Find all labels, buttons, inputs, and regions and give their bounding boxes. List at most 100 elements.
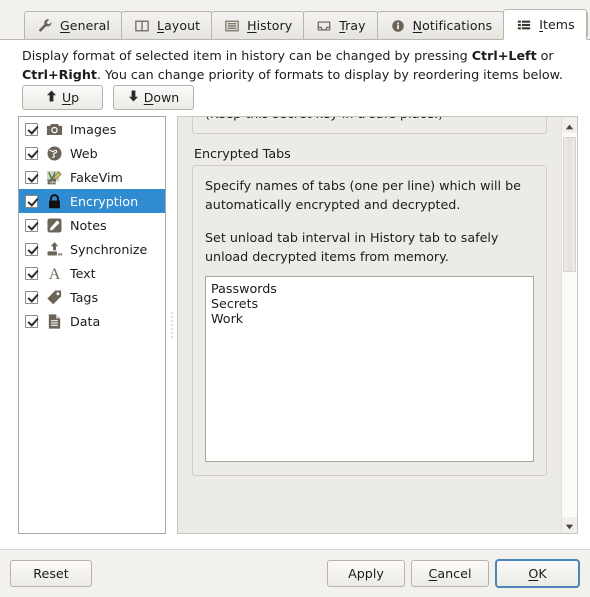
tab-tray-label: Tray <box>339 18 366 33</box>
item-checkbox[interactable] <box>25 242 38 256</box>
item-checkbox[interactable] <box>25 194 38 208</box>
apply-button[interactable]: Apply <box>327 560 405 587</box>
item-checkbox[interactable] <box>25 170 38 184</box>
item-checkbox[interactable] <box>25 314 38 328</box>
list-item[interactable]: Images <box>19 117 165 141</box>
reorder-button-row: Up Down <box>22 85 194 110</box>
scroll-down-arrow-icon <box>565 518 574 533</box>
list-item-label: Encryption <box>70 193 139 209</box>
upload-icon <box>45 240 63 258</box>
tab-history[interactable]: History <box>211 11 305 40</box>
tab-items[interactable]: Items <box>503 9 587 40</box>
splitter-grip-icon <box>171 311 173 339</box>
pencil-icon <box>45 216 63 234</box>
tab-items-label: Items <box>539 17 575 32</box>
settings-scroll-area: “/home/lukas/.config/copyq-test2/copyq-t… <box>178 117 561 533</box>
encrypted-tabs-group: Specify names of tabs (one per line) whi… <box>192 165 547 476</box>
encrypted-tabs-paragraph-1: Specify names of tabs (one per line) whi… <box>205 178 521 212</box>
tab-notifications-label: Notifications <box>412 18 493 33</box>
list-item[interactable]: Synchronize <box>19 237 165 261</box>
fakevim-icon: Fake <box>45 168 63 186</box>
move-up-button[interactable]: Up <box>22 85 103 110</box>
item-plugin-list[interactable]: Images Web Fake FakeVim Encryption Notes… <box>18 116 166 534</box>
document-icon <box>45 312 63 330</box>
globe-icon <box>45 144 63 162</box>
camera-icon <box>45 120 63 138</box>
items-grid-icon <box>515 16 533 34</box>
ok-button[interactable]: OK <box>495 559 580 588</box>
tab-bar: General Layout History Tray Notification… <box>0 0 590 40</box>
layout-icon <box>133 17 151 35</box>
tab-notifications[interactable]: Notifications <box>376 11 505 40</box>
item-checkbox[interactable] <box>25 290 38 304</box>
page-description: Display format of selected item in histo… <box>22 46 569 84</box>
item-checkbox[interactable] <box>25 218 38 232</box>
apply-button-label: Apply <box>348 566 384 581</box>
list-item[interactable]: Data <box>19 309 165 333</box>
list-item-encryption[interactable]: Encryption <box>19 189 165 213</box>
tray-icon <box>315 17 333 35</box>
item-checkbox[interactable] <box>25 146 38 160</box>
item-checkbox[interactable] <box>25 266 38 280</box>
cancel-button[interactable]: Cancel <box>411 560 489 587</box>
list-item-label: Synchronize <box>70 241 148 257</box>
list-item-label: Images <box>70 121 117 137</box>
letter-a-icon: A <box>45 264 63 282</box>
secret-key-group: “/home/lukas/.config/copyq-test2/copyq-t… <box>192 117 547 134</box>
settings-scroll-content: “/home/lukas/.config/copyq-test2/copyq-t… <box>178 117 561 533</box>
tag-icon <box>45 288 63 306</box>
item-checkbox[interactable] <box>25 122 38 136</box>
encrypted-tabs-paragraph-2: Set unload tab interval in History tab t… <box>205 230 499 264</box>
tab-general[interactable]: General <box>24 11 122 40</box>
scroll-thumb[interactable] <box>563 137 576 272</box>
tab-strip: General Layout History Tray Notification… <box>24 9 587 40</box>
info-icon <box>389 17 407 35</box>
encryption-settings-pane: “/home/lukas/.config/copyq-test2/copyq-t… <box>177 116 578 534</box>
reset-button[interactable]: Reset <box>10 560 92 587</box>
svg-text:Fake: Fake <box>46 179 56 184</box>
description-part2: or <box>536 48 554 63</box>
items-splitter: Images Web Fake FakeVim Encryption Notes… <box>18 116 578 542</box>
items-page: Display format of selected item in histo… <box>0 40 590 550</box>
list-item[interactable]: Tags <box>19 285 165 309</box>
description-part1: Display format of selected item in histo… <box>22 48 472 63</box>
description-shortcut-right: Ctrl+Right <box>22 67 97 82</box>
list-item-label: Text <box>70 265 96 281</box>
wrench-icon <box>36 17 54 35</box>
reset-button-label: Reset <box>33 566 69 581</box>
list-item[interactable]: Fake FakeVim <box>19 165 165 189</box>
list-item[interactable]: A Text <box>19 261 165 285</box>
key-safe-note: (Keep this secret key in a safe place.) <box>205 117 534 123</box>
settings-vertical-scrollbar[interactable] <box>561 117 577 533</box>
tab-general-label: General <box>60 18 110 33</box>
tab-history-label: History <box>247 18 293 33</box>
preferences-dialog: General Layout History Tray Notification… <box>0 0 590 597</box>
move-up-label: Up <box>61 90 80 105</box>
dialog-button-box: Reset Apply Cancel OK <box>0 549 590 597</box>
list-item[interactable]: Web <box>19 141 165 165</box>
scroll-up-arrow-icon <box>565 118 574 133</box>
encrypted-tabs-input[interactable] <box>205 276 534 462</box>
list-item-label: Web <box>70 145 98 161</box>
arrow-up-icon <box>46 90 57 105</box>
move-down-label: Down <box>143 90 180 105</box>
list-item[interactable]: Notes <box>19 213 165 237</box>
lock-icon <box>45 192 63 210</box>
scroll-up-button[interactable] <box>562 117 577 133</box>
move-down-button[interactable]: Down <box>113 85 194 110</box>
list-item-label: FakeVim <box>70 169 123 185</box>
scroll-down-button[interactable] <box>562 517 577 533</box>
tab-tray[interactable]: Tray <box>303 11 378 40</box>
list-lines-icon <box>223 17 241 35</box>
tab-layout-label: Layout <box>156 18 201 33</box>
tab-layout[interactable]: Layout <box>120 11 213 40</box>
cancel-button-label: Cancel <box>428 566 472 581</box>
encrypted-tabs-title: Encrypted Tabs <box>194 146 291 161</box>
arrow-down-icon <box>128 90 139 105</box>
list-item-label: Notes <box>70 217 107 233</box>
splitter-handle[interactable] <box>167 116 177 534</box>
description-shortcut-left: Ctrl+Left <box>471 48 537 63</box>
ok-button-label: OK <box>528 566 547 581</box>
description-part3: . You can change priority of formats to … <box>96 67 563 82</box>
list-item-label: Tags <box>70 289 99 305</box>
